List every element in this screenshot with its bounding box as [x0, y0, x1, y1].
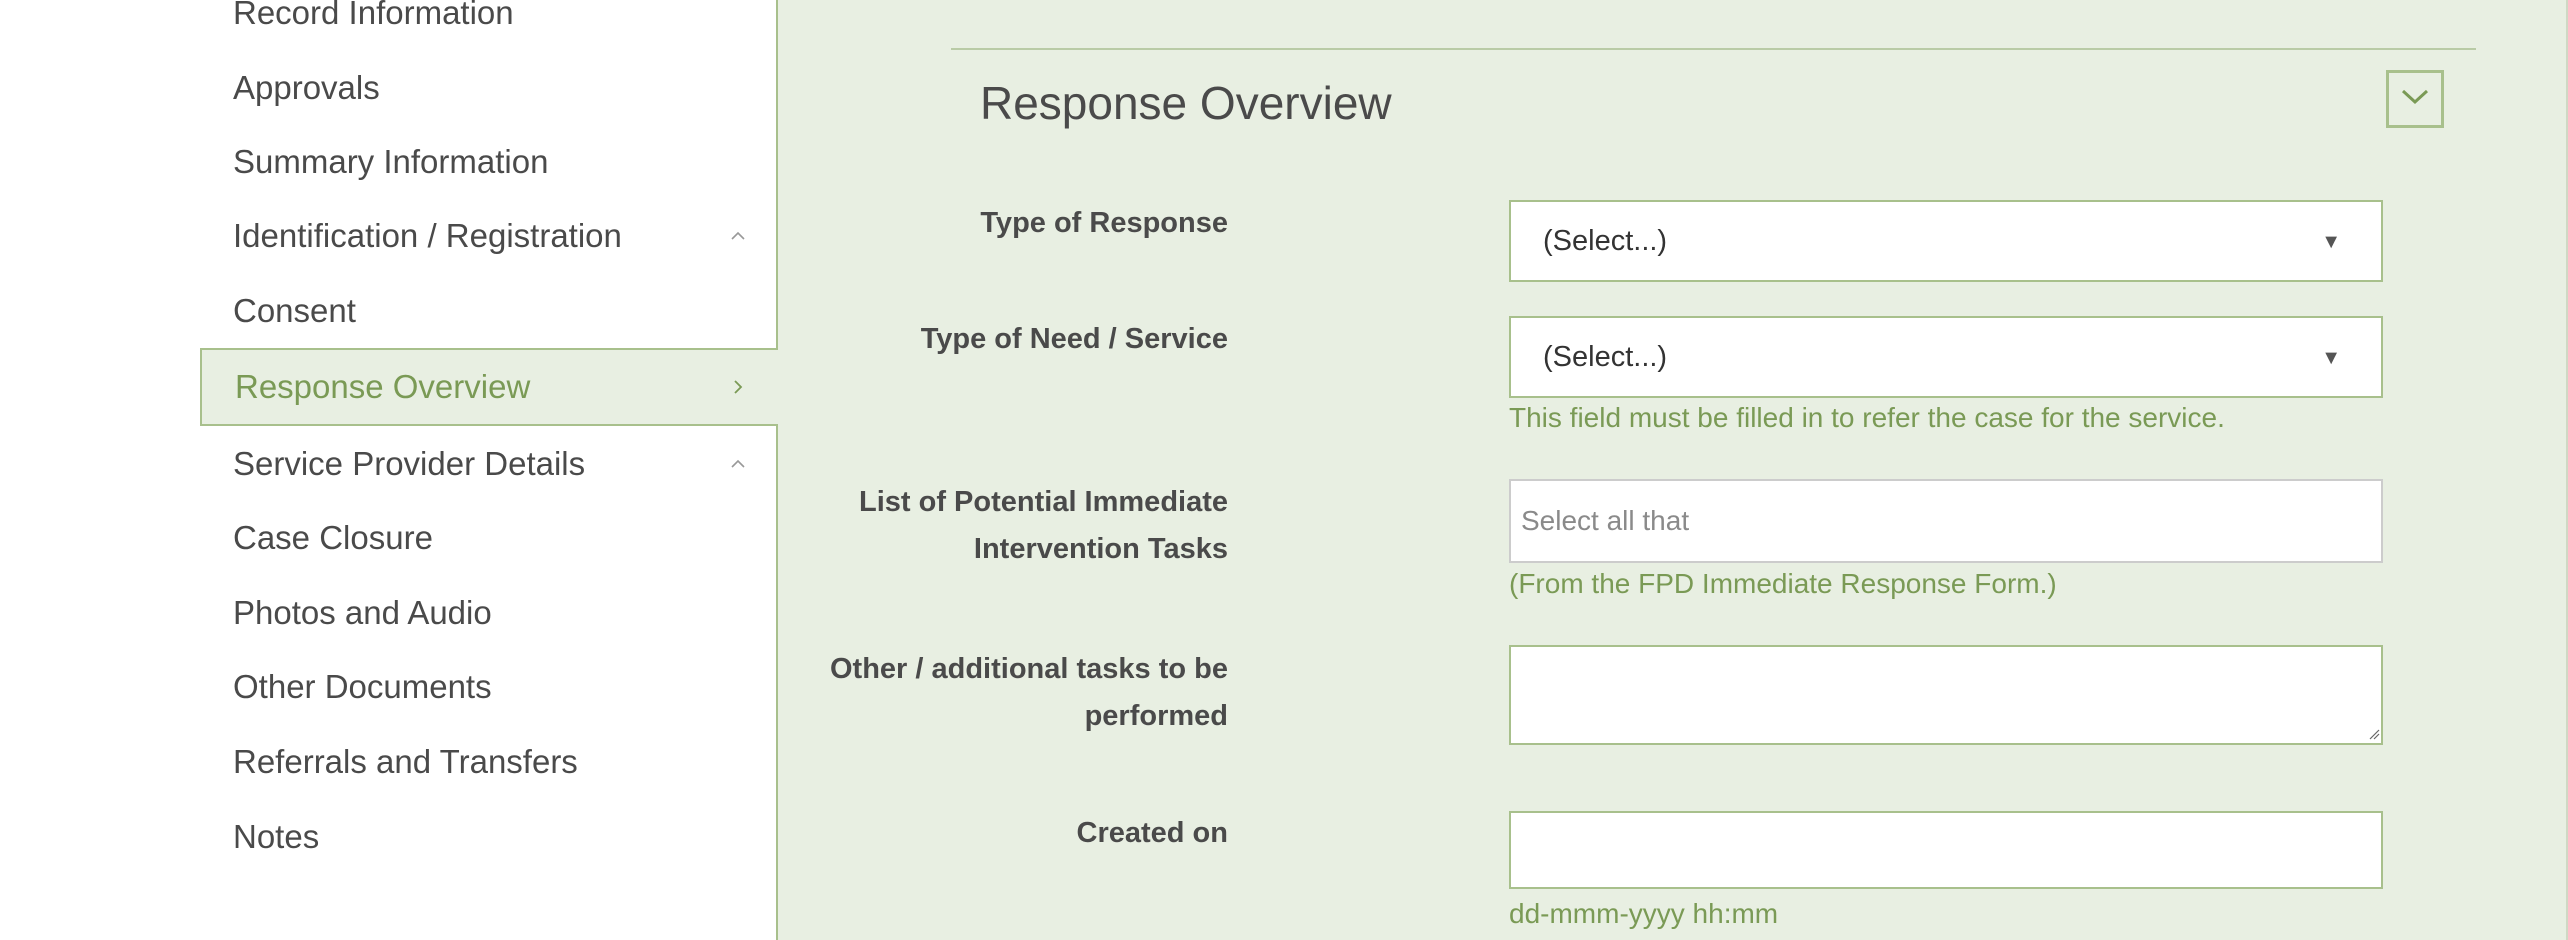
label-line: Intervention Tasks	[973, 533, 1228, 565]
sidebar-item-label: Response Overview	[235, 368, 531, 405]
sidebar-item-notes[interactable]: Notes	[200, 800, 778, 874]
sidebar-item-label: Record Information	[233, 0, 514, 31]
sidebar-item-approvals[interactable]: Approvals	[200, 51, 778, 125]
sidebar-item-label: Notes	[233, 818, 320, 855]
created-on-help: dd-mmm-yyyy hh:mm	[1509, 898, 1779, 929]
sidebar-item-label: Photos and Audio	[233, 594, 492, 631]
sidebar-item-case-closure[interactable]: Case Closure	[200, 501, 778, 575]
intervention-tasks-input[interactable]	[1509, 479, 2383, 563]
sidebar-item-other-documents[interactable]: Other Documents	[200, 650, 778, 724]
chevron-up-icon[interactable]	[728, 226, 748, 246]
label-line: performed	[1084, 700, 1228, 732]
section-divider	[951, 48, 2476, 50]
select-value: (Select...)	[1543, 224, 1668, 257]
type-of-need-select[interactable]: (Select...) ▼	[1509, 316, 2383, 398]
sidebar-item-summary-information[interactable]: Summary Information	[200, 125, 778, 199]
section-title: Response Overview	[980, 77, 1392, 129]
sidebar-item-record-information[interactable]: Record Information	[200, 0, 778, 50]
sidebar-item-photos-and-audio[interactable]: Photos and Audio	[200, 576, 778, 650]
caret-down-icon: ▼	[2321, 347, 2341, 369]
sidebar-item-identification-registration[interactable]: Identification / Registration	[200, 199, 778, 273]
intervention-tasks-label: List of Potential Immediate Intervention…	[808, 479, 1228, 573]
sidebar-item-consent[interactable]: Consent	[200, 274, 778, 348]
intervention-tasks-help: (From the FPD Immediate Response Form.)	[1509, 568, 2057, 599]
type-of-response-select[interactable]: (Select...) ▼	[1509, 200, 2383, 282]
label-line: List of Potential Immediate	[859, 486, 1228, 518]
other-tasks-textarea[interactable]	[1509, 645, 2383, 745]
select-value: (Select...)	[1543, 340, 1668, 373]
label-line: Other / additional tasks to be	[829, 653, 1228, 685]
sidebar-item-label: Case Closure	[233, 519, 433, 556]
chevron-down-icon	[2401, 89, 2429, 110]
chevron-up-icon[interactable]	[728, 454, 748, 474]
main-panel: Response Overview Type of Response (Sele…	[778, 0, 2568, 940]
sidebar-item-label: Consent	[233, 292, 356, 329]
chevron-right-icon	[728, 377, 748, 397]
sidebar-item-response-overview[interactable]: Response Overview	[200, 348, 778, 426]
type-of-need-label: Type of Need / Service	[920, 323, 1228, 355]
sidebar-item-service-provider-details[interactable]: Service Provider Details	[200, 427, 778, 501]
created-on-label: Created on	[1076, 817, 1228, 849]
sidebar-item-label: Referrals and Transfers	[233, 743, 578, 780]
sidebar: Record Information Approvals Summary Inf…	[0, 0, 778, 940]
sidebar-item-label: Identification / Registration	[233, 217, 622, 254]
caret-down-icon: ▼	[2321, 231, 2341, 253]
type-of-response-label: Type of Response	[980, 207, 1228, 239]
sidebar-item-referrals-and-transfers[interactable]: Referrals and Transfers	[200, 725, 778, 799]
sidebar-item-label: Service Provider Details	[233, 445, 586, 482]
type-of-need-help: This field must be filled in to refer th…	[1509, 402, 2225, 433]
other-tasks-label: Other / additional tasks to be performed	[808, 646, 1228, 740]
sidebar-item-label: Summary Information	[233, 143, 549, 180]
collapse-section-button[interactable]	[2386, 70, 2444, 128]
sidebar-item-label: Approvals	[233, 69, 380, 106]
created-on-input[interactable]	[1509, 811, 2383, 889]
resize-handle-icon[interactable]	[2368, 728, 2380, 740]
sidebar-item-label: Other Documents	[233, 668, 492, 705]
